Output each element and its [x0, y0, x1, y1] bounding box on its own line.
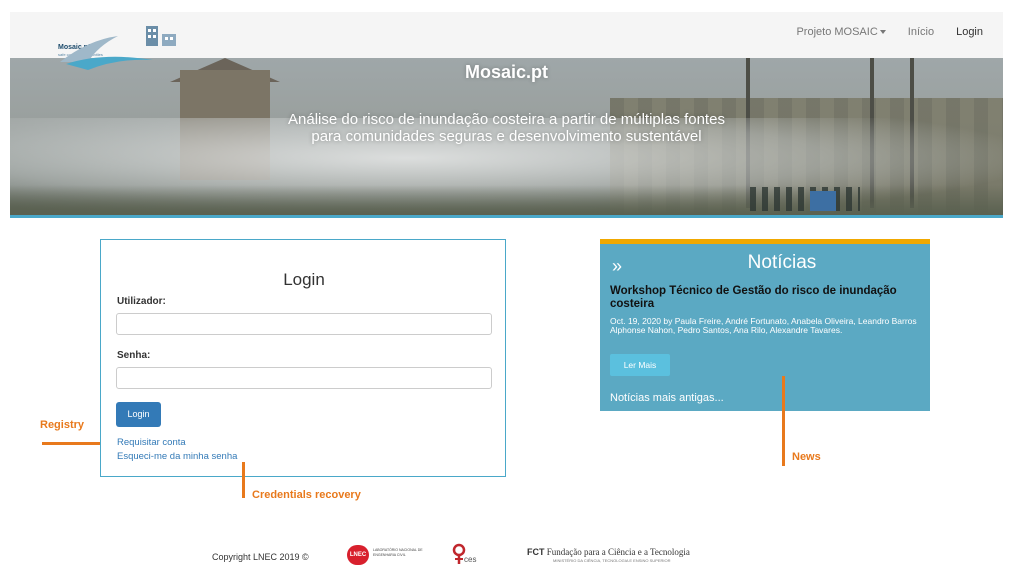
lnec-mark: LNEC [347, 545, 369, 565]
login-button[interactable]: Login [116, 402, 161, 427]
annotation-news-bar [782, 376, 785, 466]
fct-logo: FCT Fundação para a Ciência e a Tecnolog… [527, 547, 690, 557]
read-more-button[interactable]: Ler Mais [610, 354, 670, 376]
chevron-down-icon [879, 30, 886, 35]
hero-subtitle-line2: para comunidades seguras e desenvolvimen… [311, 128, 702, 145]
request-account-link[interactable]: Requisitar conta [117, 437, 186, 448]
password-input[interactable] [116, 367, 492, 389]
annotation-registry-bar [42, 442, 100, 445]
fct-name: Fundação para a Ciência e a Tecnologia [546, 547, 690, 557]
lnec-logo: LNEC LABORATÓRIO NACIONAL DE ENGENHARIA … [347, 545, 425, 565]
login-panel: Login Utilizador: Senha: Login Requisita… [100, 239, 506, 477]
hero-subtitle-line1: Análise do risco de inundação costeira a… [288, 111, 725, 128]
fct-subtitle: MINISTÉRIO DA CIÊNCIA, TECNOLOGIA E ENSI… [553, 558, 671, 563]
username-label: Utilizador: [117, 296, 166, 307]
nav-links: Projeto MOSAIC Início Login [796, 26, 983, 38]
nav-projeto-mosaic[interactable]: Projeto MOSAIC [796, 26, 886, 38]
login-title: Login [283, 270, 325, 289]
forgot-password-link[interactable]: Esqueci-me da minha senha [117, 451, 237, 462]
nav-inicio[interactable]: Início [908, 26, 934, 38]
nav-login[interactable]: Login [956, 26, 983, 38]
nav-projeto-mosaic-label: Projeto MOSAIC [796, 26, 878, 38]
copyright-text: Copyright LNEC 2019 © [212, 552, 309, 562]
hero-subtitle: Análise do risco de inundação costeira a… [0, 111, 1013, 145]
mosaic-logo-icon[interactable] [58, 22, 208, 88]
ces-logo: ces [452, 543, 482, 567]
annotation-credentials: Credentials recovery [252, 489, 361, 501]
news-meta: Oct. 19, 2020 by Paula Freire, André For… [610, 316, 917, 335]
ces-text: ces [464, 555, 477, 564]
news-title: Notícias [747, 252, 817, 273]
news-panel: » Notícias Workshop Técnico de Gestão do… [600, 239, 930, 411]
annotation-news: News [792, 451, 821, 463]
lnec-name: LABORATÓRIO NACIONAL DE ENGENHARIA CIVIL [373, 548, 423, 557]
older-news-link[interactable]: Notícias mais antigas... [610, 392, 724, 404]
fct-abbr: FCT [527, 547, 545, 557]
password-label: Senha: [117, 350, 151, 361]
username-input[interactable] [116, 313, 492, 335]
annotation-registry: Registry [40, 419, 85, 431]
annotation-credentials-bar [242, 462, 245, 498]
news-headline[interactable]: Workshop Técnico de Gestão do risco de i… [610, 285, 920, 310]
